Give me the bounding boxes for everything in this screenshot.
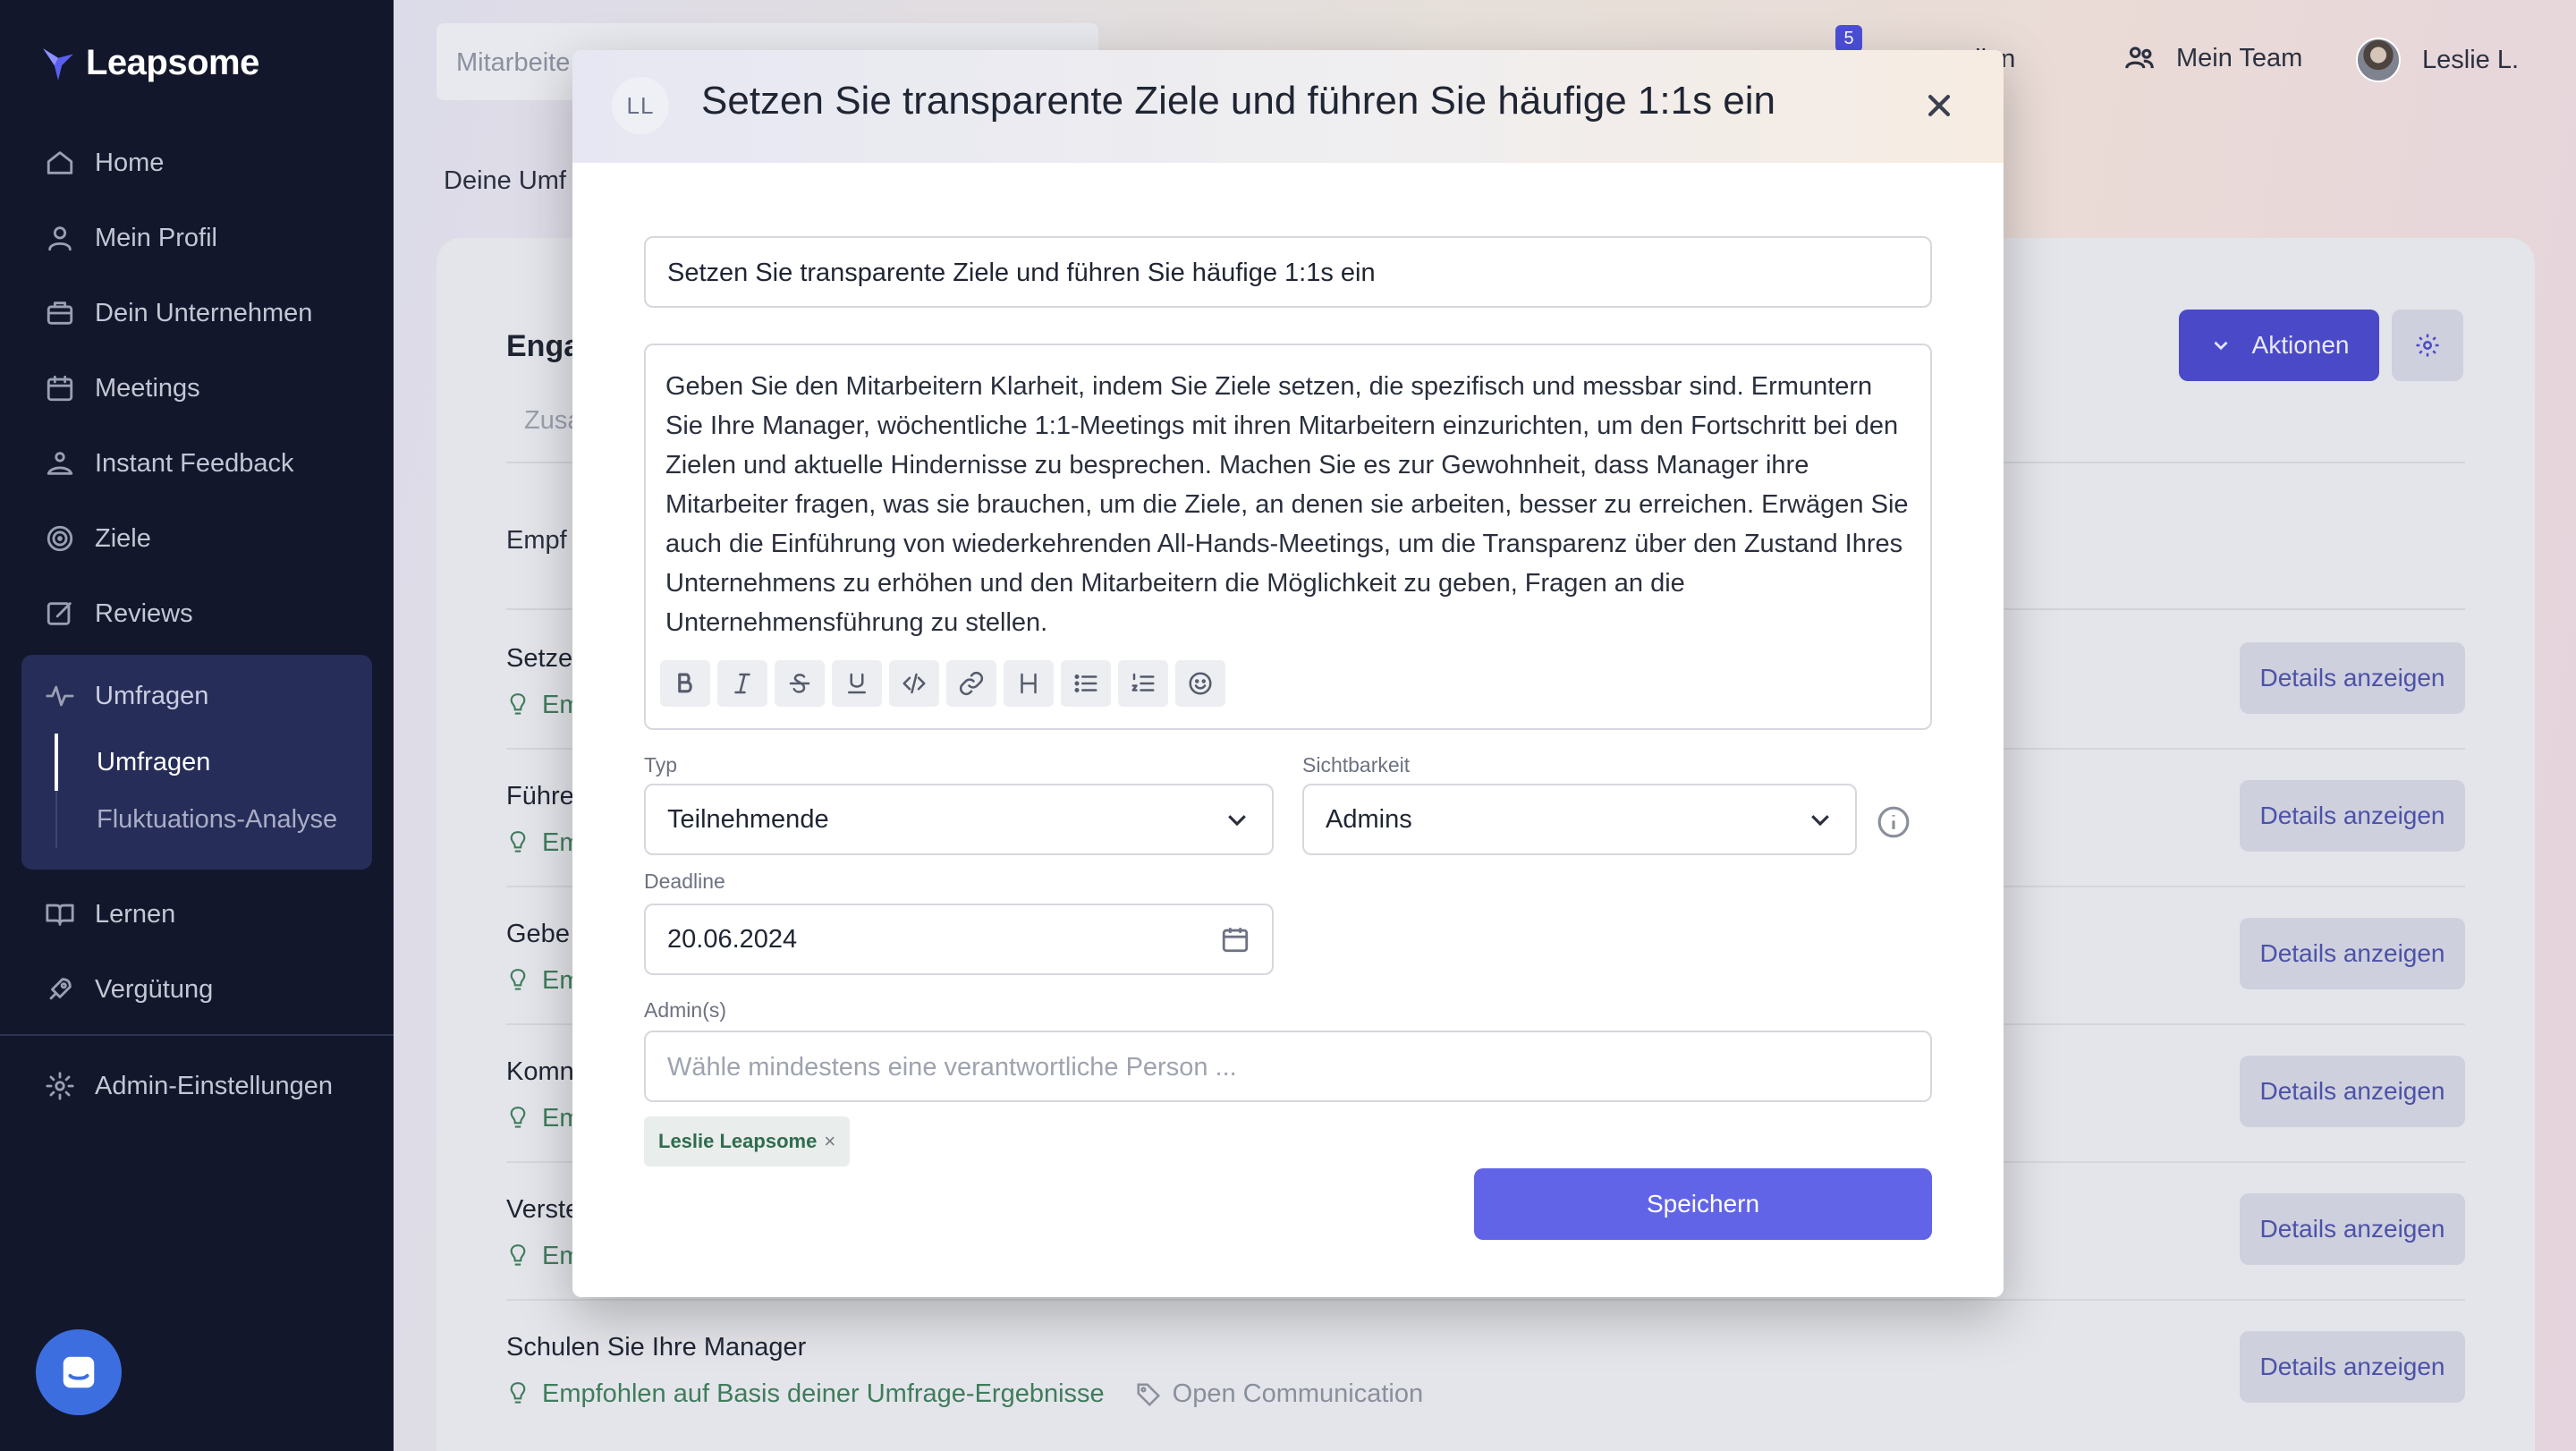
code-button[interactable]	[889, 660, 939, 707]
strikethrough-button[interactable]	[775, 660, 825, 707]
bullet-list-button[interactable]	[1061, 660, 1111, 707]
bullet-list-icon	[1074, 675, 1097, 692]
deadline-input[interactable]: 20.06.2024	[644, 904, 1274, 975]
deadline-label: Deadline	[644, 870, 725, 893]
admin-chip-label: Leslie Leapsome	[658, 1130, 818, 1152]
close-button[interactable]	[1918, 84, 1961, 127]
modal-header: LL Setzen Sie transparente Ziele und füh…	[572, 50, 2004, 163]
italic-icon	[734, 673, 750, 694]
info-icon[interactable]	[1877, 805, 1911, 839]
sichtbarkeit-value: Admins	[1326, 804, 1412, 834]
typ-value: Teilnehmende	[667, 804, 829, 834]
modal-title: Setzen Sie transparente Ziele und führen…	[701, 79, 1776, 123]
sichtbarkeit-select[interactable]: Admins	[1302, 784, 1857, 855]
code-icon	[902, 673, 926, 694]
typ-label: Typ	[644, 753, 678, 776]
close-icon	[1928, 94, 1951, 117]
heading-icon	[1021, 673, 1037, 694]
description-text[interactable]: Geben Sie den Mitarbeitern Klarheit, ind…	[665, 367, 1911, 642]
chevron-down-icon	[1811, 815, 1829, 827]
edit-action-modal: LL Setzen Sie transparente Ziele und füh…	[572, 50, 2004, 1297]
chevron-down-icon	[1228, 815, 1246, 827]
bold-button[interactable]	[660, 660, 710, 707]
underline-button[interactable]	[832, 660, 882, 707]
description-editor[interactable]: Geben Sie den Mitarbeitern Klarheit, ind…	[644, 344, 1932, 730]
numbered-list-icon	[1131, 673, 1155, 692]
link-icon	[959, 671, 984, 696]
link-button[interactable]	[946, 660, 996, 707]
chip-remove-button[interactable]: ×	[824, 1130, 835, 1153]
italic-button[interactable]	[717, 660, 767, 707]
avatar: LL	[612, 77, 669, 134]
underline-icon	[848, 673, 866, 694]
admin-chip: Leslie Leapsome ×	[644, 1116, 851, 1167]
save-button[interactable]: Speichern	[1474, 1168, 1932, 1240]
calendar-icon[interactable]	[1220, 924, 1250, 955]
sichtbarkeit-label: Sichtbarkeit	[1302, 753, 1411, 776]
numbered-list-button[interactable]	[1118, 660, 1168, 707]
admins-label: Admin(s)	[644, 998, 727, 1022]
bold-icon	[678, 673, 692, 693]
admins-input[interactable]: Wähle mindestens eine verantwortliche Pe…	[644, 1031, 1932, 1102]
emoji-button[interactable]	[1175, 660, 1225, 707]
editor-toolbar	[660, 660, 1225, 707]
title-input[interactable]: Setzen Sie transparente Ziele und führen…	[644, 236, 1932, 308]
typ-select[interactable]: Teilnehmende	[644, 784, 1274, 855]
deadline-value: 20.06.2024	[667, 924, 798, 954]
strikethrough-icon	[789, 674, 810, 693]
emoji-icon	[1189, 672, 1212, 695]
heading-button[interactable]	[1004, 660, 1054, 707]
